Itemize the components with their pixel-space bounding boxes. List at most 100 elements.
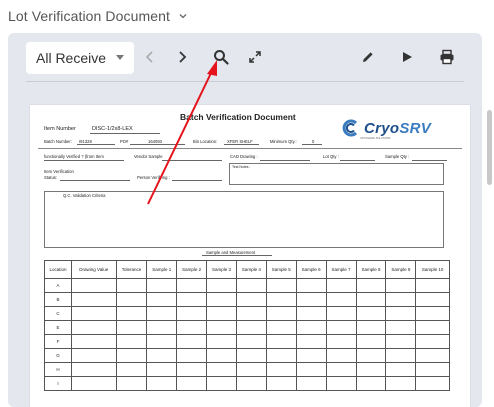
table-cell (265, 320, 297, 335)
scrollbar-thumb[interactable] (487, 110, 492, 185)
table-row: E (44, 320, 450, 335)
table-cell (146, 278, 178, 293)
table-cell (295, 278, 327, 293)
table-row: I (44, 376, 450, 391)
table-cell (355, 320, 387, 335)
table-cell (115, 278, 148, 293)
table-cell (235, 362, 267, 377)
po-label: PO# (120, 139, 129, 144)
bin-location-label: Bin Location: (193, 139, 218, 144)
chevron-right-icon[interactable] (173, 48, 191, 66)
table-cell (385, 348, 417, 363)
qc-criteria-box[interactable]: Q.C. Validation Criteria (44, 191, 444, 248)
print-icon[interactable] (438, 48, 456, 66)
table-row: B (44, 292, 450, 307)
document-heading: Batch Verification Document (180, 112, 296, 122)
toolbar-divider (26, 81, 464, 82)
caret-down-icon (116, 55, 124, 60)
table-cell (355, 362, 387, 377)
chevron-down-icon (178, 11, 188, 21)
table-cell (385, 320, 417, 335)
table-cell (355, 306, 387, 321)
table-cell (265, 292, 297, 307)
table-cell (115, 292, 148, 307)
table-cell (176, 362, 208, 377)
table-cell (206, 320, 237, 335)
table-cell (235, 320, 267, 335)
table-cell (355, 278, 387, 293)
pencil-icon[interactable] (359, 48, 377, 66)
batch-number-label: Batch Number: (44, 139, 72, 144)
table-cell (206, 376, 237, 391)
search-icon[interactable] (212, 48, 230, 66)
document-viewer: All Receive Batch Verification Document … (8, 33, 482, 407)
table-cell (385, 278, 417, 293)
table-cell (176, 320, 208, 335)
measurement-table: Location Drawing Value Tolerance Sample 1 Sa… (44, 260, 450, 391)
row-location-cell: A (44, 278, 72, 293)
table-cell (415, 320, 450, 335)
table-cell (176, 348, 208, 363)
column-header: Sample 4 (235, 260, 267, 279)
column-header: Sample 3 (206, 260, 237, 279)
table-cell (206, 292, 237, 307)
cad-drawing-label: CAD Drawing : (230, 154, 258, 159)
company-logo: CryoSRV (342, 119, 431, 137)
document-title-dropdown[interactable]: Lot Verification Document (8, 6, 188, 26)
row-location-cell: E (44, 320, 72, 335)
table-cell (295, 292, 327, 307)
expand-icon[interactable] (246, 48, 264, 66)
table-cell (115, 376, 148, 391)
table-cell (70, 334, 117, 349)
table-cell (235, 348, 267, 363)
chevron-left-icon[interactable] (141, 48, 159, 66)
table-cell (146, 320, 178, 335)
table-cell (70, 292, 117, 307)
table-cell (70, 320, 117, 335)
func-verified-label: functionally Verified ? (from Item (44, 154, 104, 159)
status-label: Status: (44, 175, 58, 180)
table-cell (146, 348, 178, 363)
column-header: Tolerance (115, 260, 148, 279)
table-cell (146, 334, 178, 349)
table-cell (325, 278, 357, 293)
table-cell (415, 348, 450, 363)
table-row: H (44, 362, 450, 377)
column-header: Sample 2 (176, 260, 208, 279)
column-header: Drawing Value (70, 260, 117, 279)
table-cell (146, 376, 178, 391)
table-cell (176, 278, 208, 293)
table-row: A (44, 278, 450, 293)
table-cell (415, 376, 450, 391)
table-cell (385, 362, 417, 377)
row-location-cell: I (44, 376, 72, 391)
document-page: Batch Verification Document Item Number … (30, 105, 470, 407)
test-notes-box[interactable]: Test Notes : (229, 163, 444, 185)
table-cell (176, 334, 208, 349)
table-cell (265, 362, 297, 377)
table-cell (385, 292, 417, 307)
table-cell (295, 334, 327, 349)
table-cell (295, 320, 327, 335)
column-header: Sample 1 (146, 260, 178, 279)
table-row: G (44, 348, 450, 363)
table-cell (385, 376, 417, 391)
table-cell (325, 320, 357, 335)
table-cell (235, 334, 267, 349)
table-cell (235, 376, 267, 391)
play-icon[interactable] (398, 48, 416, 66)
table-cell (265, 376, 297, 391)
table-cell (206, 278, 237, 293)
column-header: Location (44, 260, 72, 279)
table-cell (70, 278, 117, 293)
receiver-select[interactable]: All Receive (26, 42, 134, 74)
table-cell (415, 334, 450, 349)
table-cell (265, 348, 297, 363)
table-cell (70, 362, 117, 377)
table-cell (295, 306, 327, 321)
table-header-row: Location Drawing Value Tolerance Sample 1 Sa… (44, 260, 450, 279)
column-header: Sample 7 (325, 260, 357, 279)
table-cell (176, 376, 208, 391)
table-cell (325, 292, 357, 307)
table-cell (325, 306, 357, 321)
